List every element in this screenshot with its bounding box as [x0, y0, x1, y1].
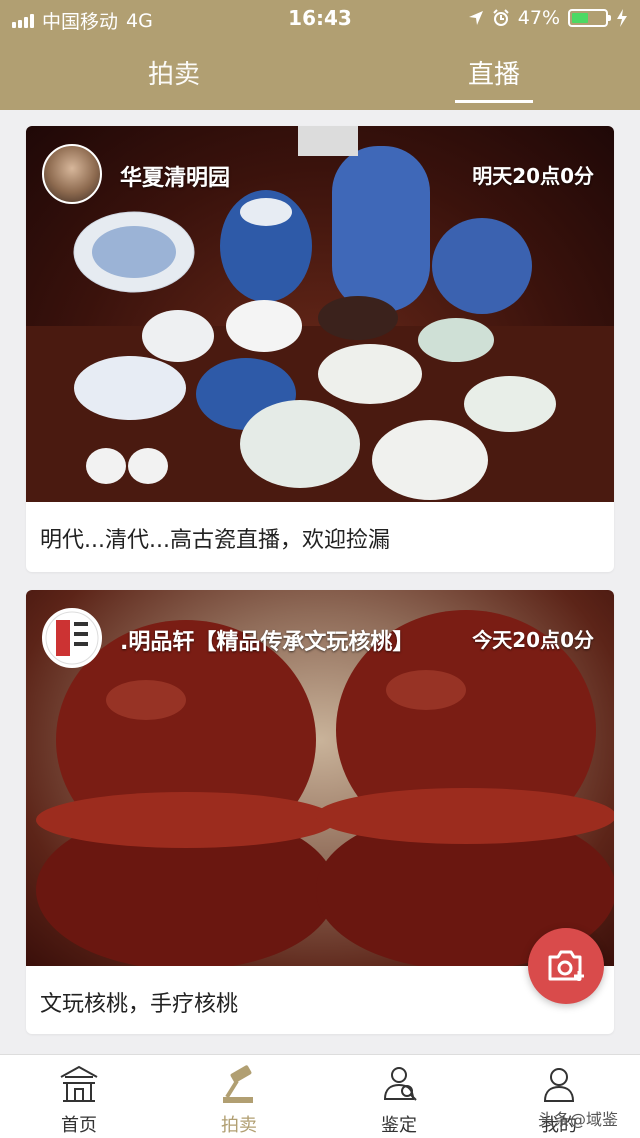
- active-tab-indicator: [455, 100, 533, 103]
- tab-appraisal[interactable]: 鉴定: [354, 1063, 444, 1137]
- tab-auction[interactable]: 拍卖: [94, 54, 254, 91]
- tab-appraisal-label: 鉴定: [381, 1115, 417, 1136]
- tab-auction-label: 拍卖: [221, 1115, 257, 1136]
- live-cover-image[interactable]: .明品轩【精品传承文玩核桃】 今天20点0分: [26, 590, 614, 970]
- live-title: 文玩核桃，手疗核桃: [40, 992, 239, 1017]
- battery-percent: 47%: [517, 7, 560, 29]
- seller-avatar[interactable]: [42, 608, 102, 668]
- tab-home-label: 首页: [61, 1115, 97, 1136]
- status-right: 47%: [468, 7, 628, 29]
- live-title: 明代...清代...高古瓷直播，欢迎捡漏: [40, 528, 390, 553]
- magnifier-icon: [383, 1067, 417, 1101]
- user-icon: [543, 1068, 575, 1102]
- charging-icon: [617, 9, 627, 27]
- seller-name[interactable]: 华夏清明园: [120, 160, 230, 192]
- tab-auction-bottom[interactable]: 拍卖: [194, 1063, 284, 1137]
- tab-live[interactable]: 直播: [414, 54, 574, 91]
- top-tab-bar: 拍卖 直播: [0, 44, 640, 104]
- live-time: 明天20点0分: [472, 164, 594, 188]
- live-time: 今天20点0分: [472, 628, 594, 652]
- shop-logo-icon: [45, 611, 99, 665]
- alarm-icon: [493, 9, 509, 26]
- camera-button[interactable]: [528, 928, 604, 1004]
- seller-avatar[interactable]: [42, 144, 102, 204]
- live-card[interactable]: 华夏清明园 明天20点0分 明代...清代...高古瓷直播，欢迎捡漏: [26, 126, 614, 572]
- battery-icon: [568, 9, 611, 27]
- gavel-icon: [223, 1065, 253, 1103]
- status-bar: 中国移动 4G 16:43 47%: [0, 0, 640, 36]
- seller-name[interactable]: .明品轩【精品传承文玩核桃】: [120, 624, 414, 656]
- pavilion-icon: [60, 1065, 98, 1102]
- camera-plus-icon: [548, 950, 584, 981]
- app-header: 中国移动 4G 16:43 47% 拍卖 直播: [0, 0, 640, 110]
- tab-home[interactable]: 首页: [34, 1063, 124, 1137]
- live-cover-image[interactable]: 华夏清明园 明天20点0分: [26, 126, 614, 502]
- watermark: 头条@域鉴: [537, 1110, 618, 1129]
- live-card[interactable]: .明品轩【精品传承文玩核桃】 今天20点0分 文玩核桃，手疗核桃: [26, 590, 614, 1034]
- location-icon: [468, 11, 483, 25]
